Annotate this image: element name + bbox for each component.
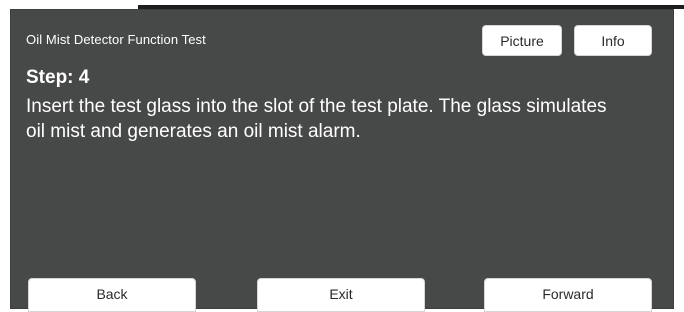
picture-button-label: Picture	[500, 32, 544, 49]
back-button[interactable]: Back	[28, 278, 196, 312]
picture-button[interactable]: Picture	[482, 25, 562, 56]
step-instruction: Insert the test glass into the slot of t…	[26, 96, 607, 142]
info-button[interactable]: Info	[574, 25, 652, 56]
forward-button[interactable]: Forward	[484, 278, 652, 312]
info-button-label: Info	[601, 32, 625, 49]
exit-button-label: Exit	[329, 286, 353, 302]
step-label: Step: 4	[26, 67, 90, 88]
panel-title: Oil Mist Detector Function Test	[26, 32, 206, 47]
forward-button-label: Forward	[542, 286, 594, 302]
exit-button[interactable]: Exit	[257, 278, 425, 312]
back-button-label: Back	[96, 286, 128, 302]
